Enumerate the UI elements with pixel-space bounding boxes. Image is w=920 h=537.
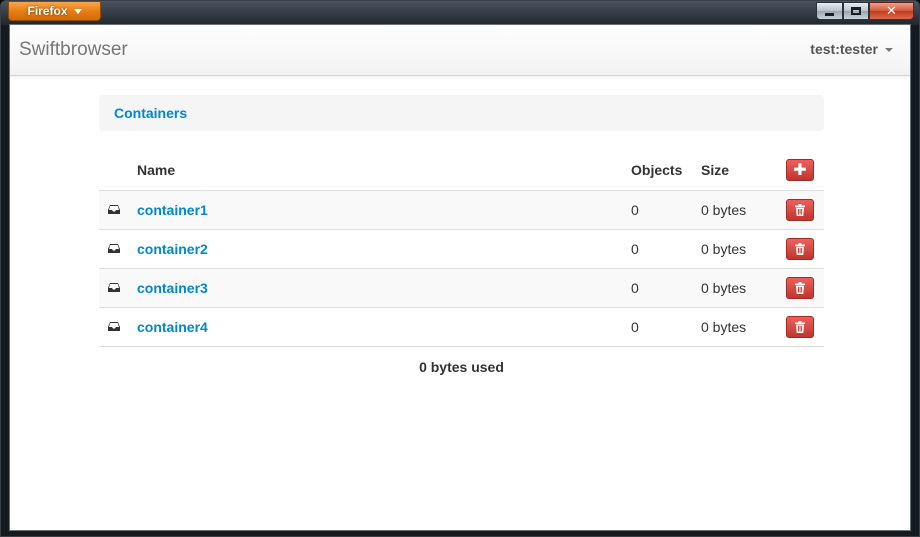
header-objects: Objects [631,162,683,179]
user-name: test:tester [810,41,878,57]
row-action-cell [786,228,824,268]
delete-container-button[interactable] [786,315,814,338]
delete-container-button[interactable] [786,276,814,299]
main-container: Containers Name Objects Size ✚ container… [99,95,824,375]
row-name-cell: container4 [137,306,631,347]
inbox-icon [108,243,137,254]
header-action-cell: ✚ [786,151,824,190]
row-name-cell: container1 [137,189,631,229]
row-name-cell: container3 [137,267,631,307]
navbar: Swiftbrowser test:tester [10,25,910,76]
maximize-button[interactable] [843,2,869,20]
row-action-cell [786,306,824,347]
container-link[interactable]: container2 [137,241,208,257]
inbox-icon [108,204,137,215]
row-size: 0 bytes [701,267,786,307]
close-button[interactable]: ✕ [869,2,914,20]
row-size: 0 bytes [701,189,786,229]
add-container-button[interactable]: ✚ [786,159,814,182]
title-bar: Firefox ✕ [1,1,919,23]
row-action-cell [786,189,824,229]
chevron-down-icon [885,48,893,52]
usage-summary: 0 bytes used [419,358,504,375]
plus-icon: ✚ [793,160,807,180]
table-row: container1 0 0 bytes [99,189,824,229]
trash-icon [795,203,805,216]
row-objects: 0 [631,306,701,347]
container-link[interactable]: container3 [137,280,208,296]
chevron-down-icon [73,8,82,14]
container-link[interactable]: container1 [137,202,208,218]
row-action-cell [786,267,824,307]
firefox-menu-label: Firefox [27,4,68,18]
trash-icon [795,242,805,255]
browser-window: Firefox ✕ Swiftbrowser test:tester Conta… [0,0,920,537]
delete-container-button[interactable] [786,237,814,260]
table-row: container3 0 0 bytes [99,267,824,307]
delete-container-button[interactable] [786,198,814,221]
breadcrumb: Containers [99,95,824,131]
user-dropdown[interactable]: test:tester [810,41,893,57]
inbox-icon [108,321,137,332]
row-size: 0 bytes [701,228,786,268]
trash-icon [795,281,805,294]
minimize-button[interactable] [816,2,843,20]
table-row: container4 0 0 bytes [99,306,824,347]
row-icon-cell [99,306,137,347]
table-header-row: Name Objects Size ✚ [99,151,824,190]
row-icon-cell [99,189,137,229]
maximize-icon [851,7,861,15]
header-icon-cell [99,151,137,190]
header-size: Size [701,162,730,179]
row-icon-cell [99,267,137,307]
row-objects: 0 [631,228,701,268]
row-objects: 0 [631,189,701,229]
trash-icon [795,320,805,333]
row-icon-cell [99,228,137,268]
inbox-icon [108,282,137,293]
minimize-icon [825,13,834,16]
table-row: container2 0 0 bytes [99,228,824,268]
row-size: 0 bytes [701,306,786,347]
row-name-cell: container2 [137,228,631,268]
row-objects: 0 [631,267,701,307]
firefox-menu-button[interactable]: Firefox [8,2,101,21]
brand-link[interactable]: Swiftbrowser [19,39,128,61]
header-name: Name [137,162,176,179]
window-controls: ✕ [816,2,914,20]
container-link[interactable]: container4 [137,319,208,335]
containers-table: Name Objects Size ✚ container1 0 0 bytes co… [99,151,824,347]
close-icon: ✕ [886,3,897,19]
page-content: Swiftbrowser test:tester Containers Name… [9,24,911,531]
breadcrumb-containers-link[interactable]: Containers [114,105,187,121]
